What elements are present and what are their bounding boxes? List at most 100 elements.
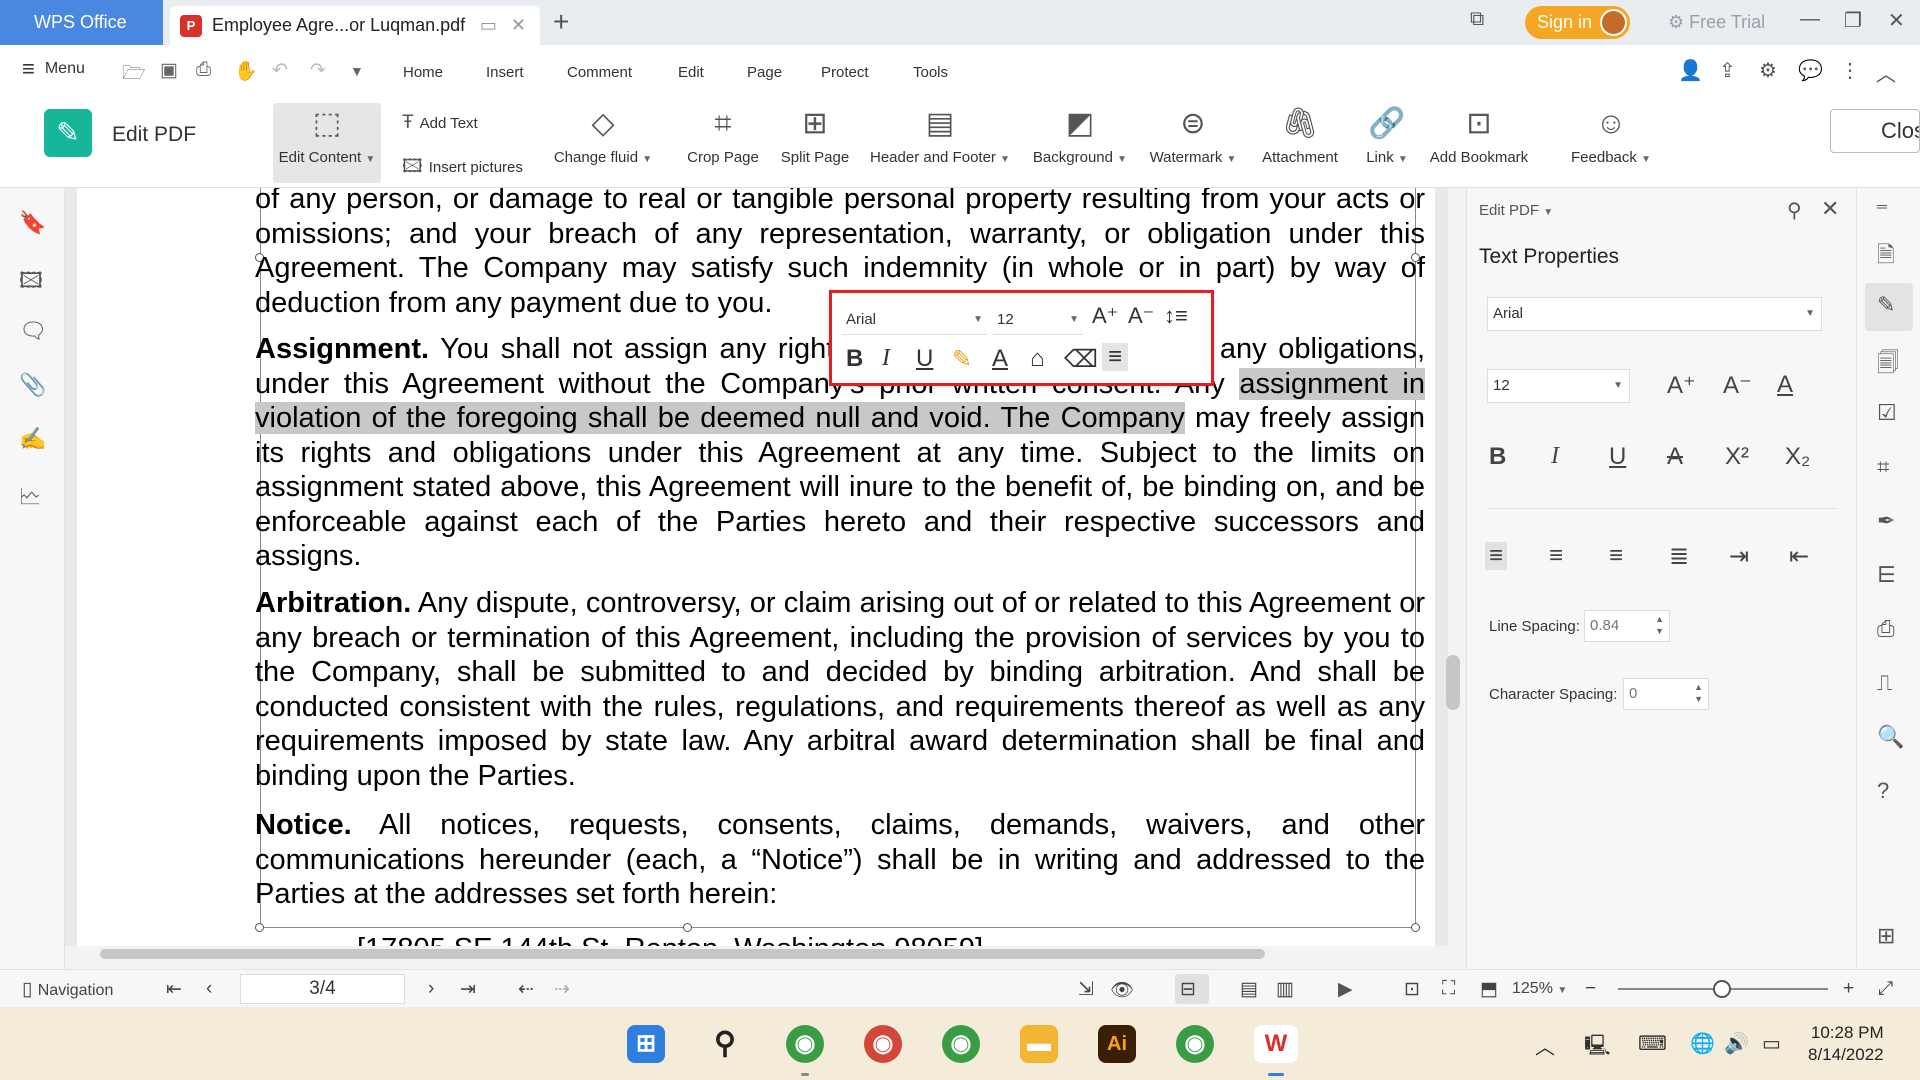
tab-page[interactable]: Page xyxy=(747,64,782,81)
tab-edit[interactable]: Edit xyxy=(678,64,704,81)
new-tab-button[interactable]: + xyxy=(553,6,569,38)
underline-icon[interactable]: U xyxy=(916,345,933,373)
restore-icon[interactable]: ❐ xyxy=(1844,8,1862,33)
print-icon[interactable]: ⎙ xyxy=(1877,616,1895,642)
increase-font-icon[interactable]: A⁺ xyxy=(1092,303,1118,329)
translate-icon[interactable]: ⎍ xyxy=(1877,670,1892,696)
subscript-icon[interactable]: X₂ xyxy=(1785,443,1810,471)
underline-icon[interactable]: U xyxy=(1609,443,1626,471)
horizontal-scroll-thumb[interactable] xyxy=(100,949,1265,959)
tab-comment[interactable]: Comment xyxy=(567,64,632,81)
panel-size-select[interactable]: 12 ▼ xyxy=(1487,369,1630,403)
italic-icon[interactable]: I xyxy=(1551,443,1559,470)
close-button[interactable]: Close xyxy=(1830,109,1920,153)
font-size-select[interactable]: 12 ▼ xyxy=(993,305,1083,335)
settings-icon[interactable]: ⚙ xyxy=(1759,58,1777,83)
wps-office-icon[interactable]: W xyxy=(1254,1025,1298,1063)
split-page-button[interactable]: ⊞ Split Page xyxy=(777,103,853,166)
document-viewport[interactable]: of any person, or damage to real or tang… xyxy=(65,188,1448,956)
close-window-icon[interactable]: ✕ xyxy=(1888,8,1905,33)
pin-icon[interactable]: ⚲ xyxy=(1787,198,1802,223)
play-icon[interactable]: ▶ xyxy=(1338,978,1353,1001)
file-explorer-icon[interactable]: ▬ xyxy=(1020,1025,1058,1063)
font-select[interactable]: Arial ▼ xyxy=(842,305,987,335)
highlight-icon[interactable]: ✎ xyxy=(952,345,972,374)
sign-in-button[interactable]: Sign in xyxy=(1525,6,1630,39)
panel-header[interactable]: Edit PDF ▼ xyxy=(1479,202,1553,219)
add-text-button[interactable]: Ŧ Add Text xyxy=(402,112,478,134)
chat-icon[interactable]: 💬 xyxy=(1798,58,1823,83)
header-footer-button[interactable]: ▤ Header and Footer ▼ xyxy=(868,103,1012,166)
change-fluid-button[interactable]: ◇ Change fluid ▼ xyxy=(548,103,658,166)
watermark-button[interactable]: ⊜ Watermark ▼ xyxy=(1145,103,1241,166)
edit-content-button[interactable]: ⬚ Edit Content ▼ xyxy=(273,103,381,183)
italic-icon[interactable]: I xyxy=(882,345,890,372)
back-icon[interactable]: ⇠ xyxy=(518,978,534,1001)
document-tab[interactable]: P Employee Agre...or Luqman.pdf ▭ ✕ xyxy=(170,6,540,45)
form-icon[interactable]: ☑ xyxy=(1877,400,1897,426)
font-color-icon[interactable]: A xyxy=(992,345,1008,373)
align-center-icon[interactable]: ≡ xyxy=(1549,542,1563,570)
vertical-scrollbar[interactable] xyxy=(1448,188,1466,969)
chevron-up-icon[interactable]: ︿ xyxy=(1535,1031,1555,1060)
spinner-arrows-icon[interactable]: ▲ ▼ xyxy=(1655,613,1664,637)
search-document-icon[interactable]: 🔍 xyxy=(1877,724,1904,750)
apps-grid-icon[interactable]: ⊞ xyxy=(1877,923,1895,949)
line-spacing-input[interactable]: 0.84 ▲ ▼ xyxy=(1584,610,1670,642)
feedback-button[interactable]: ☺ Feedback ▼ xyxy=(1569,103,1653,166)
decrease-font-icon[interactable]: A⁻ xyxy=(1128,303,1154,329)
close-tab-icon[interactable]: ✕ xyxy=(511,15,526,36)
add-user-icon[interactable]: 👤 xyxy=(1678,58,1703,83)
previous-page-icon[interactable]: ‹ xyxy=(206,978,212,1000)
justify-icon[interactable]: ≣ xyxy=(1669,542,1689,571)
image-search-icon[interactable]: 🗠 xyxy=(19,480,41,518)
resize-handle[interactable] xyxy=(1411,923,1420,932)
bold-icon[interactable]: B xyxy=(846,345,863,373)
free-trial-button[interactable]: ⚙ Free Trial xyxy=(1668,12,1765,33)
eye-protection-icon[interactable]: 👁 xyxy=(1110,978,1134,1002)
indent-icon[interactable]: ⇥ xyxy=(1729,542,1749,571)
minimize-icon[interactable]: — xyxy=(1800,8,1820,31)
compare-icon[interactable]: ⋿ xyxy=(1877,562,1896,588)
comment-icon[interactable]: 🗨 xyxy=(19,318,47,344)
crop-page-button[interactable]: ⌗ Crop Page xyxy=(685,103,761,166)
windows-start-icon[interactable]: ⊞ xyxy=(627,1025,665,1063)
volume-icon[interactable]: 🔊 xyxy=(1724,1031,1749,1056)
collapse-handle-icon[interactable]: ═ xyxy=(1877,198,1887,214)
last-page-icon[interactable]: ⇥ xyxy=(460,978,476,1001)
search-icon[interactable]: ⚲ xyxy=(706,1025,744,1063)
zoom-slider-handle[interactable] xyxy=(1713,980,1731,998)
zoom-in-icon[interactable]: + xyxy=(1843,978,1854,1000)
increase-font-icon[interactable]: A⁺ xyxy=(1667,371,1696,400)
eraser-icon[interactable]: ⌫ xyxy=(1064,345,1098,374)
strikethrough-icon[interactable]: A xyxy=(1667,443,1683,471)
undo-icon[interactable]: ↶ xyxy=(272,59,288,82)
ocr-icon[interactable]: ⌗ xyxy=(1877,454,1889,480)
tab-protect[interactable]: Protect xyxy=(821,64,869,81)
align-right-icon[interactable]: ≡ xyxy=(1609,542,1623,570)
tab-layout-icon[interactable]: ⧉ xyxy=(1470,8,1484,31)
collapse-ribbon-icon[interactable]: ︿ xyxy=(1876,58,1896,87)
tab-home[interactable]: Home xyxy=(403,64,443,81)
line-spacing-icon[interactable]: ↕≡ xyxy=(1164,303,1188,329)
outdent-icon[interactable]: ⇤ xyxy=(1789,542,1809,571)
share-icon[interactable]: ⇪ xyxy=(1719,58,1736,83)
device-icon[interactable]: 🖳 xyxy=(1584,1031,1611,1065)
signature-icon[interactable]: ✍ xyxy=(19,426,46,452)
wps-office-tab[interactable]: WPS Office xyxy=(0,0,163,45)
bold-icon[interactable]: B xyxy=(1489,443,1506,471)
vertical-scroll-thumb[interactable] xyxy=(1446,655,1460,710)
decrease-font-icon[interactable]: A⁻ xyxy=(1723,371,1752,400)
chevron-down-icon[interactable]: ▼ xyxy=(350,63,364,79)
redo-icon[interactable]: ↷ xyxy=(310,59,326,82)
next-page-icon[interactable]: › xyxy=(428,978,434,1000)
link-button[interactable]: 🔗 Link ▼ xyxy=(1362,103,1412,166)
print-icon[interactable]: ⎙ xyxy=(196,59,211,81)
document-icon[interactable]: 🗎 xyxy=(1877,238,1895,276)
chrome-icon[interactable]: ◉ xyxy=(864,1025,902,1063)
menu-button[interactable]: ≡ Menu xyxy=(22,58,85,80)
tab-tools[interactable]: Tools xyxy=(913,64,948,81)
fit-page-icon[interactable]: ⛶ xyxy=(1442,978,1455,1000)
align-left-icon[interactable]: ≡ xyxy=(1102,343,1129,371)
insert-pictures-button[interactable]: 🖾 Insert pictures xyxy=(402,152,523,184)
